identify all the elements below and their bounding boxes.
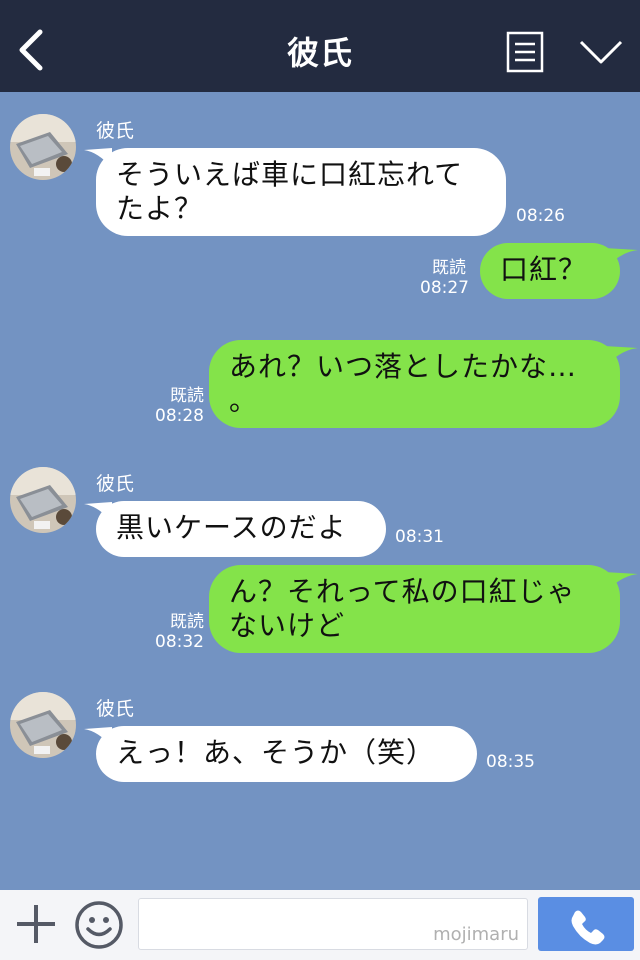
message-time: 08:26 (516, 206, 565, 226)
watermark: mojimaru (433, 924, 519, 945)
message-line: 口紅？ (500, 253, 588, 286)
message-line: 黒いケースのだよ (116, 511, 347, 544)
message-bubble[interactable]: 黒いケースのだよ (96, 501, 386, 557)
message-bubble[interactable]: 口紅？ (480, 243, 620, 299)
message-line: たよ？ (116, 192, 204, 225)
chat-header: 彼氏 (0, 0, 640, 92)
emoji-icon[interactable] (74, 900, 124, 950)
read-status: 既読 08:32 (150, 612, 204, 652)
chevron-down-icon[interactable] (578, 38, 624, 66)
message-bubble[interactable]: そういえば車に口紅忘れて たよ？ (96, 148, 506, 236)
avatar[interactable] (10, 467, 76, 533)
plus-icon[interactable] (14, 902, 58, 946)
call-button[interactable] (538, 897, 634, 951)
avatar[interactable] (10, 692, 76, 758)
message-time: 08:28 (155, 406, 204, 426)
sender-name: 彼氏 (96, 120, 135, 142)
message-time: 08:27 (420, 278, 469, 298)
message-line: そういえば車に口紅忘れて (116, 158, 464, 191)
read-status: 既読 08:27 (420, 258, 469, 298)
sender-name: 彼氏 (96, 698, 135, 720)
read-status: 既読 08:28 (150, 386, 204, 426)
message-line: えっ！あ、そうか（笑） (116, 736, 436, 769)
sender-name: 彼氏 (96, 473, 135, 495)
message-time: 08:32 (155, 632, 204, 652)
read-label: 既読 (432, 258, 466, 278)
phone-icon (571, 910, 605, 945)
message-line: あれ？いつ落としたかな… (229, 350, 578, 383)
message-line: ん？それって私の口紅じゃ (229, 575, 576, 608)
menu-icon[interactable] (506, 31, 544, 73)
avatar[interactable] (10, 114, 76, 180)
message-time: 08:35 (486, 752, 535, 772)
message-input[interactable]: mojimaru (138, 898, 528, 950)
message-line: ないけど (229, 609, 346, 642)
chat-title: 彼氏 (286, 34, 353, 72)
message-line: 。 (229, 384, 259, 417)
read-label: 既読 (170, 612, 204, 632)
message-bubble[interactable]: えっ！あ、そうか（笑） (96, 726, 477, 782)
message-bubble[interactable]: ん？それって私の口紅じゃ ないけど (209, 565, 620, 653)
message-time: 08:31 (395, 527, 444, 547)
message-bubble[interactable]: あれ？いつ落としたかな… 。 (209, 340, 620, 428)
read-label: 既読 (170, 386, 204, 406)
